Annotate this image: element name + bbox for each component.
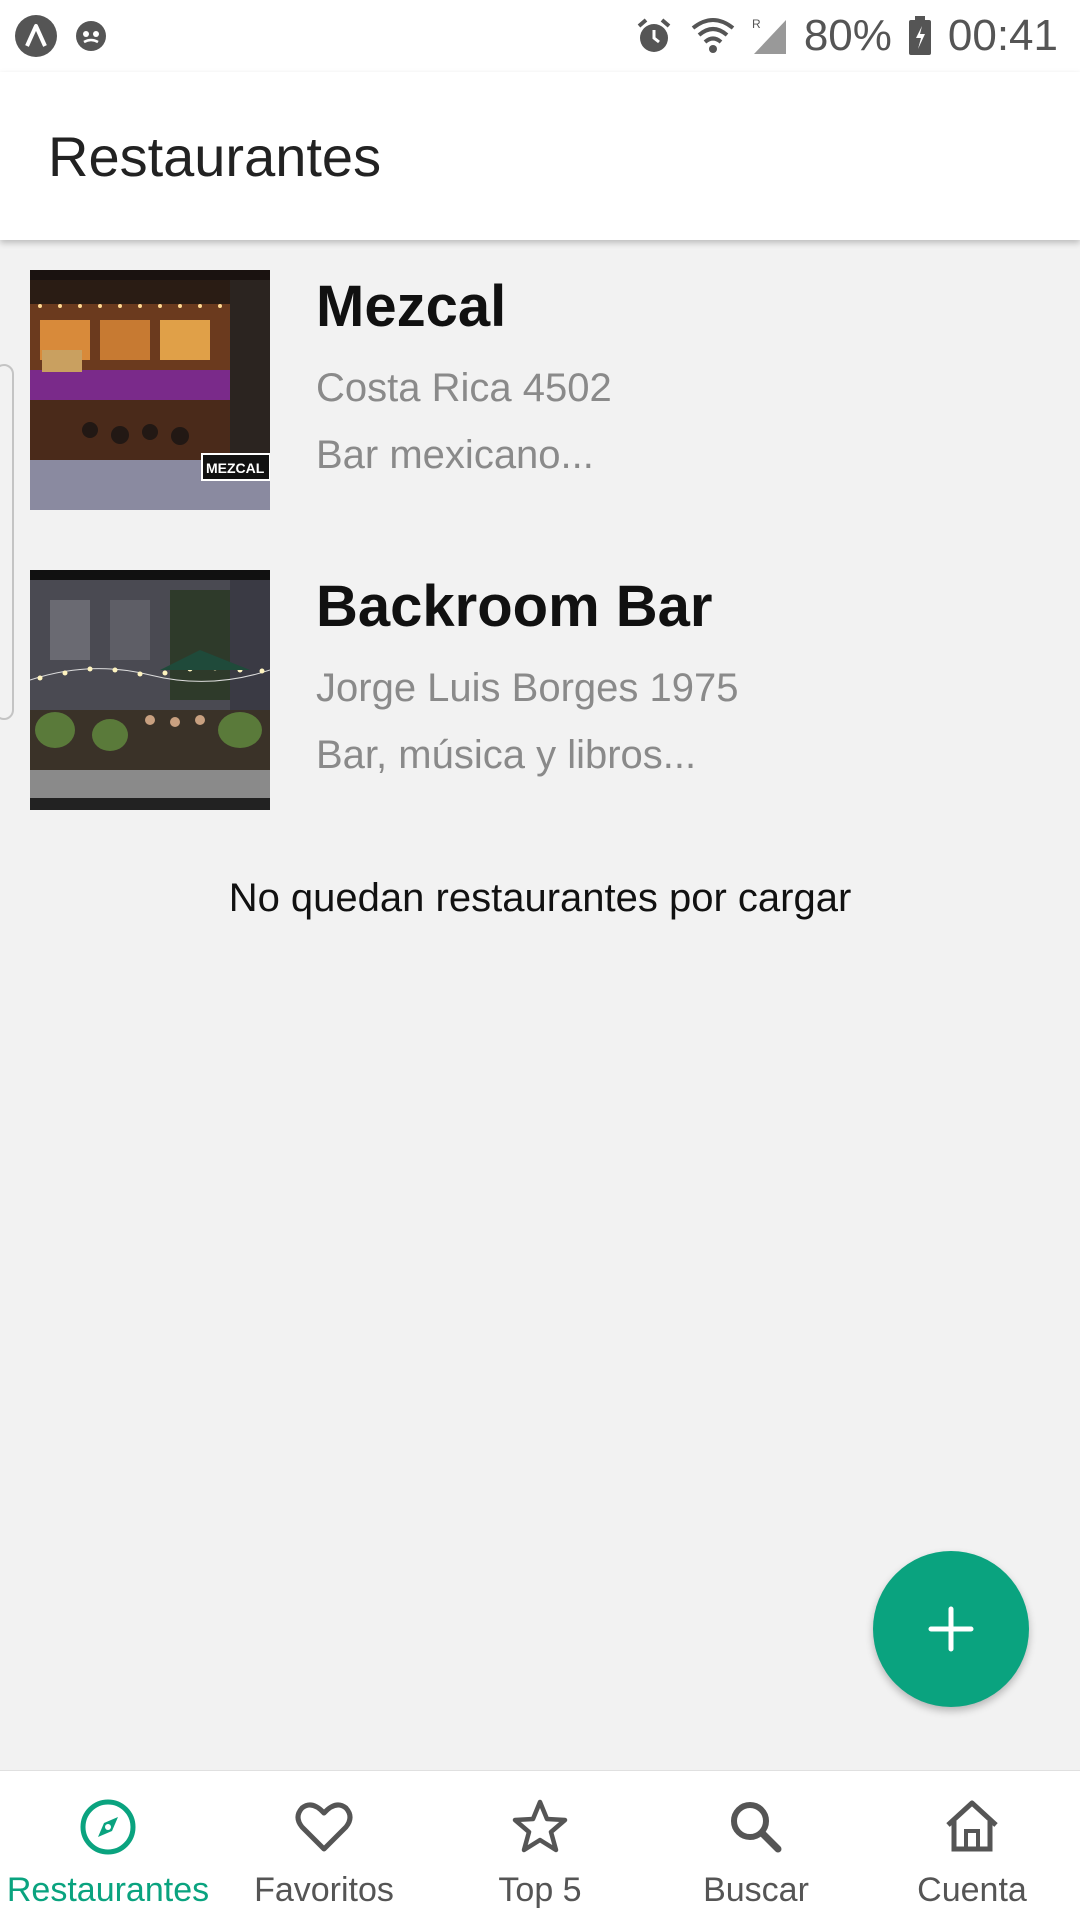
battery-icon (908, 16, 932, 56)
page-title: Restaurantes (48, 124, 382, 188)
list-end-message: No quedan restaurantes por cargar (228, 876, 852, 920)
status-left (14, 14, 108, 58)
restaurant-image (30, 570, 270, 810)
restaurant-description: Bar, música y libros... (316, 733, 697, 777)
signal-icon: R (752, 16, 788, 56)
restaurant-address: Costa Rica 4502 (316, 366, 612, 410)
nav-label: Buscar (703, 1871, 809, 1909)
status-right: R 80% 00:41 (634, 11, 1058, 61)
nav-top5[interactable]: Top 5 (432, 1771, 648, 1920)
star-icon (512, 1799, 568, 1853)
bottom-navigation: Restaurantes Favoritos Top 5 Buscar Cuen… (0, 1770, 1080, 1920)
nav-label: Top 5 (498, 1871, 582, 1909)
restaurant-list: MEZCAL Mezcal Costa Rica 4502 Bar mexica… (0, 240, 1080, 840)
smiley-icon (74, 19, 108, 53)
restaurant-info: Backroom Bar Jorge Luis Borges 1975 Bar,… (316, 578, 739, 778)
list-item[interactable]: MEZCAL Mezcal Costa Rica 4502 Bar mexica… (0, 240, 1080, 540)
app-bar: Restaurantes (0, 72, 1080, 240)
clock: 00:41 (947, 11, 1058, 60)
alarm-icon (634, 16, 674, 56)
nav-label: Favoritos (254, 1871, 394, 1909)
search-icon (731, 1802, 782, 1853)
heart-icon (295, 1802, 353, 1852)
nav-restaurantes[interactable]: Restaurantes (0, 1771, 216, 1920)
add-restaurant-button[interactable] (873, 1551, 1029, 1707)
restaurant-address: Jorge Luis Borges 1975 (316, 666, 739, 710)
nav-favoritos[interactable]: Favoritos (216, 1771, 432, 1920)
mezcal-sign-text: MEZCAL (206, 460, 265, 476)
wifi-icon (690, 16, 736, 56)
restaurant-image: MEZCAL (30, 270, 270, 510)
plus-icon (928, 1606, 974, 1652)
app-icon (14, 14, 58, 58)
restaurant-name: Backroom Bar (316, 574, 713, 639)
screen: R 80% 00:41 Restaurantes MEZCAL Mezcal C… (0, 0, 1080, 1920)
restaurant-name: Mezcal (316, 274, 507, 339)
restaurant-description: Bar mexicano... (316, 433, 594, 477)
nav-buscar[interactable]: Buscar (648, 1771, 864, 1920)
battery-percent: 80% (803, 11, 892, 60)
list-item[interactable]: Backroom Bar Jorge Luis Borges 1975 Bar,… (0, 540, 1080, 840)
nav-cuenta[interactable]: Cuenta (864, 1771, 1080, 1920)
status-bar: R 80% 00:41 (0, 0, 1080, 72)
svg-text:R: R (752, 17, 761, 31)
restaurant-info: Mezcal Costa Rica 4502 Bar mexicano... (316, 278, 612, 478)
nav-label: Cuenta (917, 1871, 1027, 1909)
nav-label: Restaurantes (6, 1871, 210, 1909)
home-icon (946, 1800, 998, 1852)
compass-icon (80, 1799, 136, 1855)
